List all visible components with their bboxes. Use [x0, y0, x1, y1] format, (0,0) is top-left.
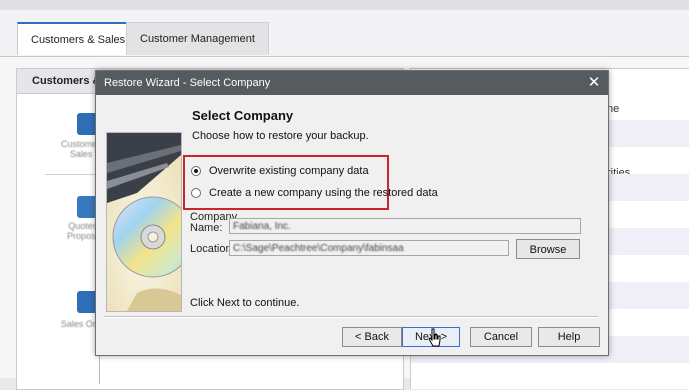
back-button[interactable]: < Back — [342, 327, 402, 347]
page-title: Select Company — [192, 108, 294, 123]
company-name-field[interactable]: Fabiana, Inc. — [229, 218, 581, 234]
location-field[interactable]: C:\Sage\Peachtree\Company\fabinsaa — [229, 240, 509, 256]
location-label: Location: — [190, 243, 235, 255]
tab-customer-management[interactable]: Customer Management — [126, 22, 269, 55]
continue-hint: Click Next to continue. — [190, 297, 300, 309]
module-tab-bar: Customers & Sales Customer Management — [0, 10, 689, 57]
radio-label: Create a new company using the restored … — [209, 187, 438, 199]
browse-button[interactable]: Browse — [516, 239, 580, 259]
page-subtitle: Choose how to restore your backup. — [192, 130, 369, 142]
mouse-pointer-icon — [428, 328, 441, 347]
help-button[interactable]: Help — [538, 327, 600, 347]
cancel-button[interactable]: Cancel — [470, 327, 532, 347]
close-icon[interactable]: ✕ — [580, 71, 608, 95]
radio-button[interactable] — [191, 166, 201, 176]
dialog-title: Restore Wizard - Select Company — [104, 77, 271, 89]
radio-create-new[interactable]: Create a new company using the restored … — [191, 186, 438, 200]
restore-wizard-dialog: Restore Wizard - Select Company ✕ Select… — [95, 70, 609, 356]
company-name-value: Fabiana, Inc. — [233, 221, 291, 232]
dialog-body: Select Company Choose how to restore you… — [96, 96, 608, 312]
radio-overwrite-existing[interactable]: Overwrite existing company data — [191, 164, 369, 178]
button-divider — [104, 316, 598, 317]
cd-disc-image — [106, 132, 182, 312]
location-value: C:\Sage\Peachtree\Company\fabinsaa — [233, 243, 404, 254]
tab-customers-sales[interactable]: Customers & Sales — [17, 22, 140, 55]
dialog-titlebar[interactable]: Restore Wizard - Select Company ✕ — [96, 71, 608, 95]
radio-label: Overwrite existing company data — [209, 165, 369, 177]
radio-button[interactable] — [191, 188, 201, 198]
window-top-strip — [0, 0, 689, 10]
